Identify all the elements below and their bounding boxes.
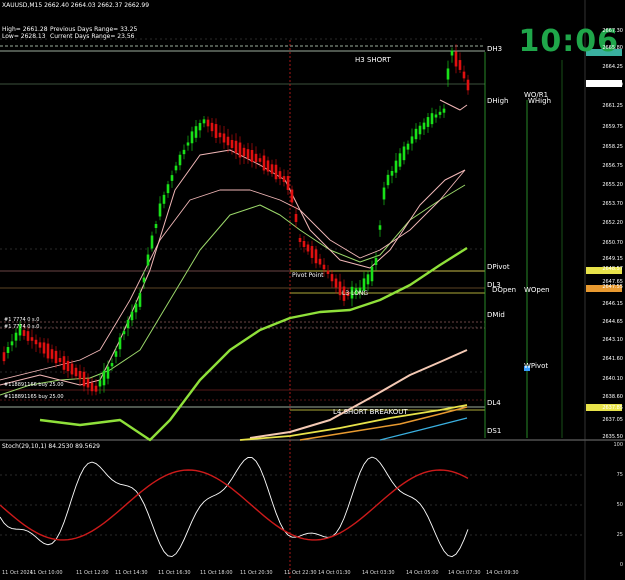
- price-tick-label: 2648.57: [602, 266, 623, 272]
- time-tick-label: 11 Oct 18:00: [200, 570, 233, 576]
- stoch-tick-label: 100: [613, 442, 623, 448]
- time-tick-label: 14 Oct 05:00: [406, 570, 439, 576]
- price-tick-label: 2655.20: [602, 182, 623, 188]
- pivot-point-label: Pivot Point: [292, 272, 324, 279]
- symbol-label: XAUUSD,M15: [2, 2, 43, 9]
- time-tick-label: 14 Oct 03:30: [362, 570, 395, 576]
- price-tick-label: 2661.25: [602, 103, 623, 109]
- price-tick-label: 2653.70: [602, 201, 623, 207]
- price-tick-label: 2646.15: [602, 301, 623, 307]
- price-tick-label: 2641.60: [602, 356, 623, 362]
- ohlc-values: 2662.40 2664.03 2662.37 2662.99: [44, 2, 150, 9]
- price-tick-label: 2662.99: [602, 82, 623, 88]
- price-tick-label: 2647.55: [602, 284, 623, 290]
- time-tick-label: 11 Oct 10:00: [30, 570, 63, 576]
- whigh-label: WHigh: [528, 97, 552, 105]
- price-tick-label: 2649.15: [602, 256, 623, 262]
- price-tick-label: 2635.50: [602, 434, 623, 440]
- stoch-grid: [0, 474, 585, 536]
- dmid-label: DMid: [487, 311, 505, 319]
- wopen-label: WOpen: [524, 286, 550, 294]
- dopen-label: DOpen: [492, 286, 517, 294]
- price-tick-label: 2667.30: [602, 28, 623, 34]
- price-tick-label: 2644.65: [602, 319, 623, 325]
- ds1-label: DS1: [487, 427, 502, 435]
- high-line: High= 2661.28: [2, 26, 48, 33]
- order-tag-1[interactable]: #1 7774 0 s.0: [4, 317, 39, 323]
- price-tick-label: 2665.80: [602, 45, 623, 51]
- order-buy-2[interactable]: #118891165 buy 25.00: [4, 394, 64, 400]
- stoch-tick-label: 25: [616, 532, 623, 538]
- h3-short-label: H3 SHORT: [355, 56, 391, 64]
- price-tick-label: 2640.10: [602, 376, 623, 382]
- price-tick-label: 2658.25: [602, 144, 623, 150]
- time-tick-label: 11 Oct 12:00: [76, 570, 109, 576]
- time-tick-label: 11 Oct 22:30: [284, 570, 317, 576]
- price-tick-label: 2656.75: [602, 163, 623, 169]
- candlesticks: [2, 44, 470, 396]
- order-tag-2[interactable]: #1 7774 0 s.0: [4, 324, 39, 330]
- moving-averages: [0, 99, 468, 442]
- level-lines: [0, 40, 563, 578]
- time-tick-label: 14 Oct 09:30: [486, 570, 519, 576]
- symbol-header: XAUUSD,M15 2662.40 2664.03 2662.37 2662.…: [2, 2, 149, 9]
- wpivot-label: WPivot: [524, 362, 549, 370]
- price-tick-label: 2643.10: [602, 337, 623, 343]
- current-range: Current Days Range= 23.56: [50, 33, 135, 40]
- price-tick-label: 2659.75: [602, 124, 623, 130]
- stoch-title: Stoch(29,10,1) 84.2530 89.5629: [2, 443, 100, 450]
- price-tick-label: 2652.20: [602, 220, 623, 226]
- time-tick-label: 11 Oct 16:30: [158, 570, 191, 576]
- dpivot-label: DPivot: [487, 263, 510, 271]
- dh3-label: DH3: [487, 45, 503, 53]
- dhigh-label: DHigh: [487, 97, 509, 105]
- price-tick-label: 2638.60: [602, 394, 623, 400]
- time-tick-label: 11 Oct 2024: [2, 570, 33, 576]
- stoch-tick-label: 50: [616, 502, 623, 508]
- l3-long-label: L3 LONG: [342, 290, 369, 297]
- dl4-label: DL4: [487, 399, 501, 407]
- price-tick-label: 2650.70: [602, 240, 623, 246]
- stoch-tick-label: 0: [619, 562, 623, 568]
- order-buy-1[interactable]: #118891166 buy 25.00: [4, 382, 64, 388]
- time-tick-label: 11 Oct 14:30: [115, 570, 148, 576]
- price-tick-label: 2664.25: [602, 64, 623, 70]
- low-line: Low= 2628.13: [2, 33, 46, 40]
- stoch-tick-label: 75: [616, 472, 623, 478]
- l4-short-breakout-label: L4 SHORT BREAKOUT: [333, 408, 408, 416]
- stochastic-lines: [0, 456, 469, 558]
- price-tick-label: 2637.85: [602, 405, 623, 411]
- time-tick-label: 14 Oct 07:30: [448, 570, 481, 576]
- time-tick-label: 14 Oct 01:30: [318, 570, 351, 576]
- previous-range: Previous Days Range= 33.25: [50, 26, 138, 33]
- price-tick-label: 2637.05: [602, 417, 623, 423]
- time-tick-label: 11 Oct 20:30: [240, 570, 273, 576]
